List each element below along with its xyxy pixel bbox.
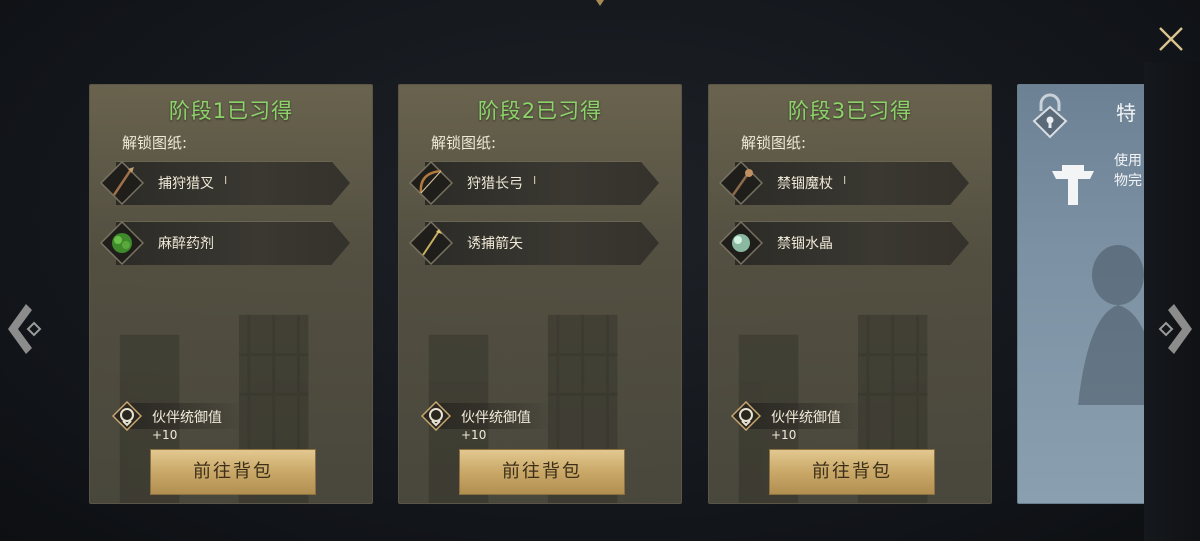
go-to-bag-button[interactable]: 前往背包 [150, 449, 316, 495]
unlock-label: 解锁图纸: [122, 134, 188, 152]
item-bar [735, 221, 969, 265]
item-bar [116, 221, 350, 265]
item-name: 禁锢水晶 [777, 236, 833, 252]
item-bar [735, 161, 969, 205]
crystal-icon [718, 220, 764, 266]
stage-card-1: 阶段1已习得 解锁图纸: 捕狩猎叉 I 麻醉药剂 伙伴统御值 +10 前往背包 [89, 84, 373, 504]
blueprint-item[interactable]: 禁锢水晶 [718, 219, 969, 267]
bonus-row: 伙伴统御值 +10 [421, 401, 571, 447]
item-name: 禁锢魔杖 [777, 176, 833, 192]
blueprint-item[interactable]: 诱捕箭矢 [408, 219, 659, 267]
companion-command-icon [421, 401, 451, 431]
bonus-label: 伙伴统御值 [771, 410, 841, 426]
arrow-icon [408, 220, 454, 266]
item-name: 诱捕箭矢 [467, 236, 523, 252]
bonus-value: +10 [152, 428, 178, 442]
close-button[interactable] [1156, 24, 1186, 54]
herb-potion-icon [99, 220, 145, 266]
companion-command-icon [731, 401, 761, 431]
stage-card-3: 阶段3已习得 解锁图纸: 禁锢魔杖 I 禁锢水晶 伙伴统御值 +10 前往背包 [708, 84, 992, 504]
anvil-tool-icon [1052, 165, 1094, 205]
stage-card-2: 阶段2已习得 解锁图纸: 狩猎长弓 I 诱捕箭矢 伙伴统御值 +10 前往背包 [398, 84, 682, 504]
companion-command-icon [112, 401, 142, 431]
longbow-icon [408, 160, 454, 206]
item-name: 狩猎长弓 [467, 176, 523, 192]
go-to-bag-button[interactable]: 前往背包 [459, 449, 625, 495]
bonus-label: 伙伴统御值 [152, 410, 222, 426]
chevron-right-icon [1158, 304, 1192, 354]
close-icon [1159, 27, 1183, 51]
stage-card-4-locked[interactable]: 特 使用 物完 [1017, 84, 1157, 504]
harpoon-icon [99, 160, 145, 206]
item-bar [425, 161, 659, 205]
item-tier: I [843, 174, 847, 187]
bonus-value: +10 [771, 428, 797, 442]
padlock-icon [1032, 93, 1068, 139]
stage-title: 阶段1已习得 [168, 99, 294, 123]
locked-card-title: 特 [1116, 101, 1136, 125]
item-name: 麻醉药剂 [158, 236, 214, 252]
stage-title: 阶段2已习得 [477, 99, 603, 123]
next-page-arrow[interactable] [1154, 302, 1194, 356]
bonus-label: 伙伴统御值 [461, 410, 531, 426]
item-tier: I [533, 174, 537, 187]
companion-silhouette [1078, 245, 1156, 405]
unlock-label: 解锁图纸: [741, 134, 807, 152]
prev-page-arrow[interactable] [6, 302, 46, 356]
item-bar [425, 221, 659, 265]
stage-title: 阶段3已习得 [787, 99, 913, 123]
chevron-left-icon [8, 304, 42, 354]
blueprint-item[interactable]: 捕狩猎叉 I [99, 159, 350, 207]
blueprint-item[interactable]: 禁锢魔杖 I [718, 159, 969, 207]
bonus-row: 伙伴统御值 +10 [112, 401, 262, 447]
unlock-label: 解锁图纸: [431, 134, 497, 152]
bonus-value: +10 [461, 428, 487, 442]
staff-icon [718, 160, 764, 206]
go-to-bag-button[interactable]: 前往背包 [769, 449, 935, 495]
item-bar [116, 161, 350, 205]
item-name: 捕狩猎叉 [158, 176, 214, 192]
blueprint-item[interactable]: 狩猎长弓 I [408, 159, 659, 207]
item-tier: I [224, 174, 228, 187]
bonus-row: 伙伴统御值 +10 [731, 401, 881, 447]
blueprint-item[interactable]: 麻醉药剂 [99, 219, 350, 267]
